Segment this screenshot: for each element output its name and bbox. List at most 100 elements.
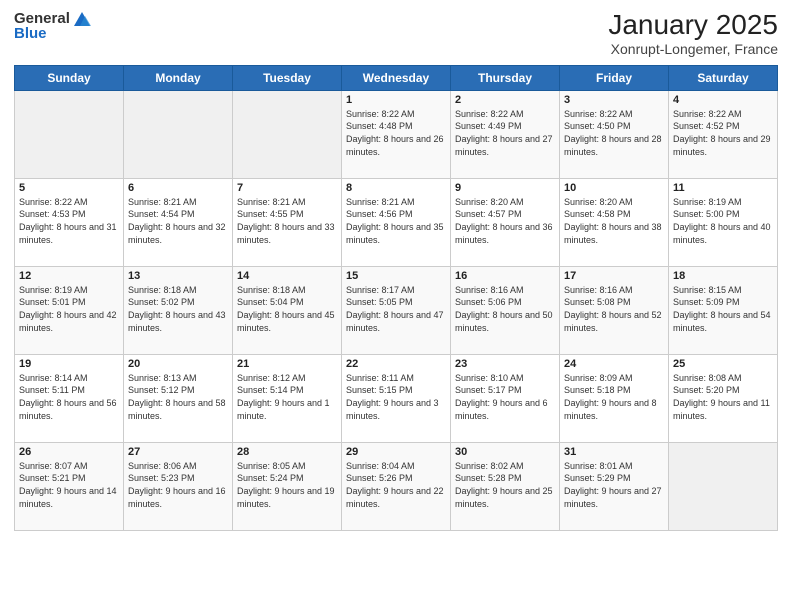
cell-w1-d2 — [124, 90, 233, 178]
col-wednesday: Wednesday — [342, 65, 451, 90]
cell-w2-d2: 6Sunrise: 8:21 AM Sunset: 4:54 PM Daylig… — [124, 178, 233, 266]
cell-w2-d3: 7 Sunrise: 8:21 AM Sunset: 4:55 PM Daylig… — [233, 178, 342, 266]
col-friday: Friday — [560, 65, 669, 90]
cell-w4-d6: 24 Sunrise: 8:09 AM Sunset: 5:18 PM Dayli… — [560, 354, 669, 442]
day-info: Sunrise: 8:10 AM Sunset: 5:17 PM Dayligh… — [455, 372, 555, 422]
day-number: 19 — [19, 358, 119, 370]
day-number: 20 — [128, 358, 228, 370]
cell-w2-d5: 9 Sunrise: 8:20 AM Sunset: 4:57 PM Daylig… — [451, 178, 560, 266]
calendar-title: January 2025 — [608, 10, 778, 41]
day-number: 14 — [237, 270, 337, 282]
cell-w1-d1 — [15, 90, 124, 178]
day-number: 9 — [455, 182, 555, 194]
day-number: 5 — [19, 182, 119, 194]
day-info: Sunrise: 8:14 AM Sunset: 5:11 PM Dayligh… — [19, 372, 119, 422]
day-info: Sunrise: 8:16 AM Sunset: 5:06 PM Dayligh… — [455, 284, 555, 334]
day-number: 24 — [564, 358, 664, 370]
day-info: Sunrise: 8:17 AM Sunset: 5:05 PM Dayligh… — [346, 284, 446, 334]
col-sunday: Sunday — [15, 65, 124, 90]
cell-w4-d2: 20 Sunrise: 8:13 AM Sunset: 5:12 PM Dayli… — [124, 354, 233, 442]
day-number: 18 — [673, 270, 773, 282]
cell-w3-d1: 12 Sunrise: 8:19 AM Sunset: 5:01 PM Dayli… — [15, 266, 124, 354]
day-info: Sunrise: 8:07 AM Sunset: 5:21 PM Dayligh… — [19, 460, 119, 510]
calendar-table: Sunday Monday Tuesday Wednesday Thursday… — [14, 65, 778, 531]
day-info: Sunrise: 8:18 AM Sunset: 5:04 PM Dayligh… — [237, 284, 337, 334]
day-number: 16 — [455, 270, 555, 282]
calendar-header-row: Sunday Monday Tuesday Wednesday Thursday… — [15, 65, 778, 90]
day-info: Sunrise: 8:13 AM Sunset: 5:12 PM Dayligh… — [128, 372, 228, 422]
day-info: Sunrise: 8:22 AM Sunset: 4:53 PM Dayligh… — [19, 196, 119, 246]
day-number: 21 — [237, 358, 337, 370]
day-number: 12 — [19, 270, 119, 282]
day-number: 15 — [346, 270, 446, 282]
day-number: 3 — [564, 94, 664, 106]
cell-w5-d7 — [669, 442, 778, 530]
calendar-subtitle: Xonrupt-Longemer, France — [608, 41, 778, 57]
cell-w4-d1: 19 Sunrise: 8:14 AM Sunset: 5:11 PM Dayli… — [15, 354, 124, 442]
cell-w1-d3 — [233, 90, 342, 178]
day-number: 13 — [128, 270, 228, 282]
col-monday: Monday — [124, 65, 233, 90]
day-info: Sunrise: 8:04 AM Sunset: 5:26 PM Dayligh… — [346, 460, 446, 510]
cell-w2-d6: 10 Sunrise: 8:20 AM Sunset: 4:58 PM Dayli… — [560, 178, 669, 266]
cell-w5-d4: 29Sunrise: 8:04 AM Sunset: 5:26 PM Dayli… — [342, 442, 451, 530]
col-thursday: Thursday — [451, 65, 560, 90]
title-block: January 2025 Xonrupt-Longemer, France — [608, 10, 778, 57]
day-info: Sunrise: 8:05 AM Sunset: 5:24 PM Dayligh… — [237, 460, 337, 510]
cell-w3-d7: 18 Sunrise: 8:15 AM Sunset: 5:09 PM Dayli… — [669, 266, 778, 354]
day-number: 4 — [673, 94, 773, 106]
day-number: 30 — [455, 446, 555, 458]
cell-w5-d5: 30 Sunrise: 8:02 AM Sunset: 5:28 PM Dayli… — [451, 442, 560, 530]
week-row-5: 26 Sunrise: 8:07 AM Sunset: 5:21 PM Dayli… — [15, 442, 778, 530]
cell-w3-d2: 13 Sunrise: 8:18 AM Sunset: 5:02 PM Dayli… — [124, 266, 233, 354]
day-info: Sunrise: 8:06 AM Sunset: 5:23 PM Dayligh… — [128, 460, 228, 510]
cell-w2-d7: 11Sunrise: 8:19 AM Sunset: 5:00 PM Dayli… — [669, 178, 778, 266]
week-row-4: 19 Sunrise: 8:14 AM Sunset: 5:11 PM Dayli… — [15, 354, 778, 442]
day-info: Sunrise: 8:18 AM Sunset: 5:02 PM Dayligh… — [128, 284, 228, 334]
day-number: 7 — [237, 182, 337, 194]
day-number: 17 — [564, 270, 664, 282]
week-row-3: 12 Sunrise: 8:19 AM Sunset: 5:01 PM Dayli… — [15, 266, 778, 354]
day-number: 8 — [346, 182, 446, 194]
day-info: Sunrise: 8:01 AM Sunset: 5:29 PM Dayligh… — [564, 460, 664, 510]
week-row-2: 5 Sunrise: 8:22 AM Sunset: 4:53 PM Daylig… — [15, 178, 778, 266]
cell-w3-d4: 15 Sunrise: 8:17 AM Sunset: 5:05 PM Dayli… — [342, 266, 451, 354]
week-row-1: 1 Sunrise: 8:22 AM Sunset: 4:48 PM Daylig… — [15, 90, 778, 178]
cell-w5-d6: 31 Sunrise: 8:01 AM Sunset: 5:29 PM Dayli… — [560, 442, 669, 530]
cell-w2-d4: 8 Sunrise: 8:21 AM Sunset: 4:56 PM Daylig… — [342, 178, 451, 266]
day-number: 22 — [346, 358, 446, 370]
day-info: Sunrise: 8:21 AM Sunset: 4:55 PM Dayligh… — [237, 196, 337, 246]
cell-w1-d4: 1 Sunrise: 8:22 AM Sunset: 4:48 PM Daylig… — [342, 90, 451, 178]
cell-w3-d6: 17Sunrise: 8:16 AM Sunset: 5:08 PM Dayli… — [560, 266, 669, 354]
day-info: Sunrise: 8:22 AM Sunset: 4:50 PM Dayligh… — [564, 108, 664, 158]
day-number: 25 — [673, 358, 773, 370]
day-info: Sunrise: 8:15 AM Sunset: 5:09 PM Dayligh… — [673, 284, 773, 334]
day-info: Sunrise: 8:20 AM Sunset: 4:57 PM Dayligh… — [455, 196, 555, 246]
day-info: Sunrise: 8:20 AM Sunset: 4:58 PM Dayligh… — [564, 196, 664, 246]
page-header: General Blue January 2025 Xonrupt-Longem… — [14, 10, 778, 57]
cell-w5-d2: 27Sunrise: 8:06 AM Sunset: 5:23 PM Dayli… — [124, 442, 233, 530]
day-number: 2 — [455, 94, 555, 106]
day-number: 28 — [237, 446, 337, 458]
day-info: Sunrise: 8:21 AM Sunset: 4:56 PM Dayligh… — [346, 196, 446, 246]
day-info: Sunrise: 8:09 AM Sunset: 5:18 PM Dayligh… — [564, 372, 664, 422]
day-number: 31 — [564, 446, 664, 458]
day-info: Sunrise: 8:22 AM Sunset: 4:48 PM Dayligh… — [346, 108, 446, 158]
day-number: 26 — [19, 446, 119, 458]
cell-w2-d1: 5 Sunrise: 8:22 AM Sunset: 4:53 PM Daylig… — [15, 178, 124, 266]
cell-w4-d7: 25 Sunrise: 8:08 AM Sunset: 5:20 PM Dayli… — [669, 354, 778, 442]
day-info: Sunrise: 8:21 AM Sunset: 4:54 PM Dayligh… — [128, 196, 228, 246]
cell-w3-d3: 14 Sunrise: 8:18 AM Sunset: 5:04 PM Dayli… — [233, 266, 342, 354]
day-number: 23 — [455, 358, 555, 370]
day-number: 10 — [564, 182, 664, 194]
day-info: Sunrise: 8:11 AM Sunset: 5:15 PM Dayligh… — [346, 372, 446, 422]
col-saturday: Saturday — [669, 65, 778, 90]
day-info: Sunrise: 8:02 AM Sunset: 5:28 PM Dayligh… — [455, 460, 555, 510]
day-number: 11 — [673, 182, 773, 194]
day-number: 1 — [346, 94, 446, 106]
day-info: Sunrise: 8:08 AM Sunset: 5:20 PM Dayligh… — [673, 372, 773, 422]
cell-w4-d3: 21Sunrise: 8:12 AM Sunset: 5:14 PM Dayli… — [233, 354, 342, 442]
day-info: Sunrise: 8:19 AM Sunset: 5:01 PM Dayligh… — [19, 284, 119, 334]
day-info: Sunrise: 8:22 AM Sunset: 4:52 PM Dayligh… — [673, 108, 773, 158]
cell-w1-d6: 3 Sunrise: 8:22 AM Sunset: 4:50 PM Daylig… — [560, 90, 669, 178]
